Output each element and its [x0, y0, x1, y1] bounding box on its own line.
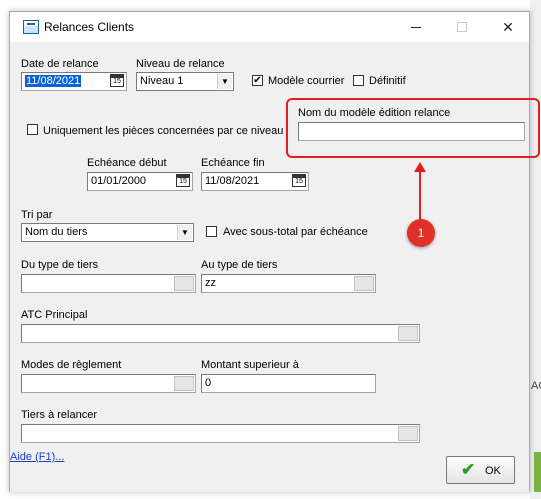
close-button[interactable]: ✕	[485, 12, 531, 42]
echeance-debut-label: Echéance début	[87, 157, 167, 169]
niveau-select[interactable]: Niveau 1 ▼	[136, 72, 234, 91]
tri-label: Tri par	[21, 209, 53, 221]
partial-text: AC	[531, 380, 541, 392]
lookup-button[interactable]	[354, 276, 374, 291]
au-type-label: Au type de tiers	[201, 259, 278, 271]
modele-courrier-checkbox[interactable]: ✔	[252, 75, 263, 86]
modes-input[interactable]	[21, 374, 196, 393]
annotation-badge: 1	[407, 219, 435, 247]
chevron-down-icon[interactable]: ▼	[217, 74, 232, 89]
minimize-button[interactable]	[393, 12, 439, 42]
close-icon: ✕	[502, 19, 514, 35]
sous-total-checkbox[interactable]	[206, 226, 217, 237]
ok-button[interactable]: ✔ OK	[446, 456, 515, 484]
highlight-box	[286, 98, 540, 158]
date-relance-label: Date de relance	[21, 58, 99, 70]
annotation-arrow-icon	[414, 162, 426, 172]
lookup-button[interactable]	[398, 426, 418, 441]
montant-label: Montant superieur à	[201, 359, 299, 371]
chevron-down-icon[interactable]: ▼	[177, 225, 192, 240]
uniquement-checkbox[interactable]	[27, 124, 38, 135]
help-link[interactable]: Aide (F1)...	[10, 451, 64, 463]
uniquement-label: Uniquement les pièces concernées par ce …	[43, 125, 284, 137]
calendar-icon[interactable]: 15	[176, 174, 190, 187]
echeance-fin-label: Echéance fin	[201, 157, 265, 169]
atc-label: ATC Principal	[21, 309, 88, 321]
definitif-checkbox[interactable]	[353, 75, 364, 86]
background-window: AC	[530, 0, 541, 499]
modele-courrier-label: Modèle courrier	[268, 75, 345, 87]
tri-select[interactable]: Nom du tiers ▼	[21, 223, 194, 242]
title-bar[interactable]: Relances Clients ✕	[10, 12, 529, 42]
atc-input[interactable]	[21, 324, 420, 343]
au-type-input[interactable]: zz	[201, 274, 376, 293]
checkmark-icon: ✔	[461, 460, 476, 479]
du-type-label: Du type de tiers	[21, 259, 99, 271]
tiers-label: Tiers à relancer	[21, 409, 98, 421]
annotation-line	[419, 170, 421, 220]
tiers-input[interactable]	[21, 424, 420, 443]
lookup-button[interactable]	[398, 326, 418, 341]
dialog-window: Relances Clients ✕ Date de relance 11/08…	[9, 11, 540, 492]
maximize-button[interactable]	[439, 12, 485, 42]
window-title: Relances Clients	[44, 20, 135, 34]
date-relance-input[interactable]: 11/08/2021 15	[21, 72, 127, 91]
montant-input[interactable]: 0	[201, 374, 376, 393]
echeance-debut-input[interactable]: 01/01/2000 15	[87, 172, 193, 191]
calendar-icon[interactable]: 15	[110, 74, 124, 87]
du-type-input[interactable]	[21, 274, 196, 293]
form-area: Date de relance 11/08/2021 15 Niveau de …	[10, 42, 540, 492]
sous-total-label: Avec sous-total par échéance	[223, 226, 368, 238]
lookup-button[interactable]	[174, 376, 194, 391]
modes-label: Modes de règlement	[21, 359, 122, 371]
calendar-icon[interactable]: 15	[292, 174, 306, 187]
lookup-button[interactable]	[174, 276, 194, 291]
niveau-label: Niveau de relance	[136, 58, 225, 70]
minimize-icon	[411, 27, 421, 28]
background-accent	[534, 452, 541, 492]
document-icon	[23, 20, 39, 34]
definitif-label: Définitif	[369, 75, 406, 87]
echeance-fin-input[interactable]: 11/08/2021 15	[201, 172, 309, 191]
maximize-icon	[457, 22, 467, 32]
